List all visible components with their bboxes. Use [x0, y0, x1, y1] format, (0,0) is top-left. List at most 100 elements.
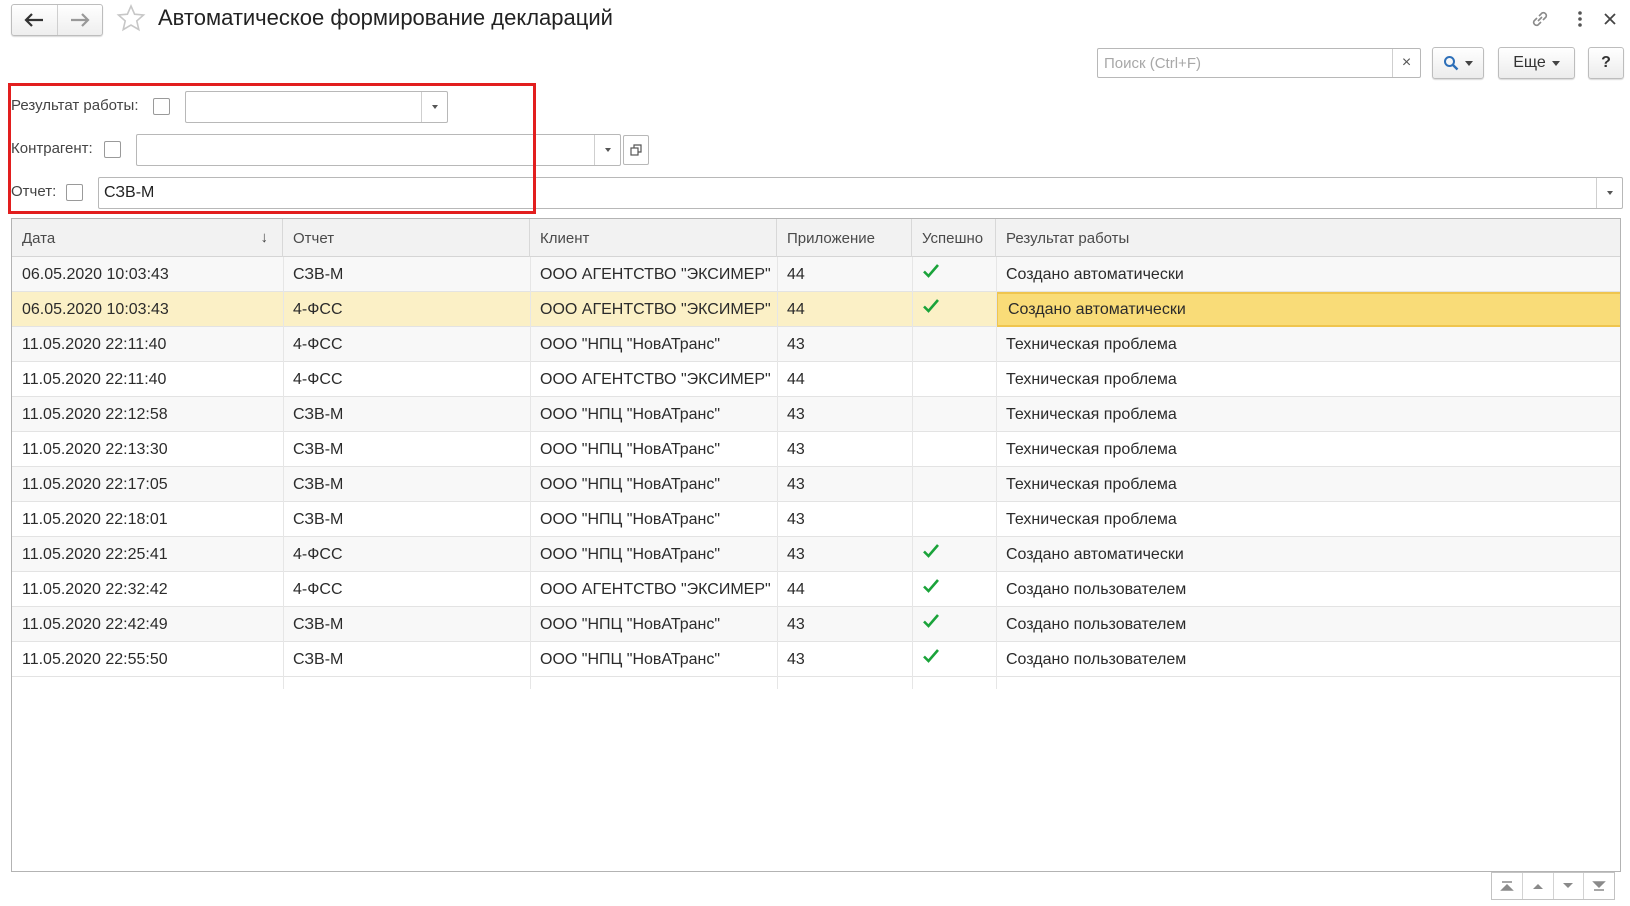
cell-client[interactable]: ООО "НПЦ "НовАТранс": [530, 397, 777, 432]
search-options-button[interactable]: [1432, 47, 1484, 79]
cell-client[interactable]: ООО "НПЦ "НовАТранс": [530, 502, 777, 537]
more-actions-button[interactable]: Еще: [1498, 47, 1575, 79]
table-row[interactable]: 11.05.2020 22:55:50 СЗВ-М ООО "НПЦ "НовАТр…: [12, 642, 1620, 677]
cell-app[interactable]: 44: [777, 572, 912, 607]
close-button[interactable]: [1598, 6, 1622, 32]
cell-client[interactable]: ООО АГЕНТСТВО "ЭКСИМЕР": [530, 292, 777, 327]
cell-app[interactable]: 43: [777, 607, 912, 642]
cell-success[interactable]: [912, 362, 996, 397]
cell-client[interactable]: ООО "НПЦ "НовАТранс": [530, 642, 777, 677]
cell-result[interactable]: Техническая проблема: [996, 502, 1620, 537]
cell-date[interactable]: 11.05.2020 22:12:58: [12, 397, 283, 432]
table-row[interactable]: 06.05.2020 10:03:43 4-ФСС ООО АГЕНТСТВО "Э…: [12, 292, 1620, 327]
cell-success[interactable]: [912, 642, 996, 677]
cell-success[interactable]: [912, 607, 996, 642]
cell-client[interactable]: ООО АГЕНТСТВО "ЭКСИМЕР": [530, 572, 777, 607]
cell-report[interactable]: СЗВ-М: [283, 432, 530, 467]
cell-success[interactable]: [912, 502, 996, 537]
cell-app[interactable]: 43: [777, 467, 912, 502]
cell-success[interactable]: [912, 292, 996, 327]
table-row[interactable]: 11.05.2020 22:18:01 СЗВ-М ООО "НПЦ "НовАТр…: [12, 502, 1620, 537]
cell-report[interactable]: СЗВ-М: [283, 257, 530, 292]
cell-report[interactable]: СЗВ-М: [283, 467, 530, 502]
table-row[interactable]: 11.05.2020 22:32:42 4-ФСС ООО АГЕНТСТВО "Э…: [12, 572, 1620, 607]
column-header-date[interactable]: Дата ↓: [12, 219, 283, 257]
cell-result[interactable]: Техническая проблема: [996, 432, 1620, 467]
cell-date[interactable]: 11.05.2020 22:11:40: [12, 362, 283, 397]
help-button[interactable]: ?: [1588, 47, 1624, 79]
cell-date[interactable]: 11.05.2020 22:18:01: [12, 502, 283, 537]
search-clear-button[interactable]: ×: [1392, 49, 1420, 77]
cell-success[interactable]: [912, 467, 996, 502]
cell-result[interactable]: Создано автоматически: [996, 537, 1620, 572]
forward-button[interactable]: [56, 5, 103, 35]
go-first-button[interactable]: [1492, 873, 1522, 899]
go-down-button[interactable]: [1552, 873, 1584, 899]
cell-success[interactable]: [912, 327, 996, 362]
go-up-button[interactable]: [1521, 873, 1553, 899]
counterparty-open-button[interactable]: [623, 135, 649, 165]
cell-app[interactable]: 44: [777, 257, 912, 292]
cell-date[interactable]: 11.05.2020 22:11:40: [12, 327, 283, 362]
table-row[interactable]: 11.05.2020 22:13:30 СЗВ-М ООО "НПЦ "НовАТр…: [12, 432, 1620, 467]
cell-client[interactable]: ООО АГЕНТСТВО "ЭКСИМЕР": [530, 257, 777, 292]
cell-success[interactable]: [912, 537, 996, 572]
table-row[interactable]: 11.05.2020 22:25:41 4-ФСС ООО "НПЦ "НовАТр…: [12, 537, 1620, 572]
cell-report[interactable]: 4-ФСС: [283, 327, 530, 362]
table-row[interactable]: 11.05.2020 22:11:40 4-ФСС ООО АГЕНТСТВО "Э…: [12, 362, 1620, 397]
cell-result[interactable]: Создано пользователем: [996, 607, 1620, 642]
cell-app[interactable]: 43: [777, 537, 912, 572]
cell-date[interactable]: 11.05.2020 22:13:30: [12, 432, 283, 467]
cell-app[interactable]: 43: [777, 327, 912, 362]
back-button[interactable]: [12, 5, 57, 35]
go-last-button[interactable]: [1583, 873, 1614, 899]
cell-client[interactable]: ООО "НПЦ "НовАТранс": [530, 607, 777, 642]
table-row[interactable]: 06.05.2020 10:03:43 СЗВ-М ООО АГЕНТСТВО "Э…: [12, 257, 1620, 292]
cell-result[interactable]: Создано пользователем: [996, 572, 1620, 607]
favorite-button[interactable]: [116, 4, 146, 34]
report-filter-dropdown-button[interactable]: [1596, 178, 1622, 208]
cell-result[interactable]: Создано автоматически: [996, 257, 1620, 292]
cell-report[interactable]: СЗВ-М: [283, 502, 530, 537]
cell-date[interactable]: 11.05.2020 22:32:42: [12, 572, 283, 607]
table-row[interactable]: 11.05.2020 22:42:49 СЗВ-М ООО "НПЦ "НовАТр…: [12, 607, 1620, 642]
cell-date[interactable]: 11.05.2020 22:55:50: [12, 642, 283, 677]
cell-report[interactable]: 4-ФСС: [283, 572, 530, 607]
column-header-result[interactable]: Результат работы: [996, 219, 1620, 257]
cell-result[interactable]: Создано автоматически: [996, 292, 1620, 327]
cell-success[interactable]: [912, 432, 996, 467]
cell-app[interactable]: 43: [777, 502, 912, 537]
cell-app[interactable]: 44: [777, 292, 912, 327]
cell-app[interactable]: 43: [777, 432, 912, 467]
table-row[interactable]: 11.05.2020 22:12:58 СЗВ-М ООО "НПЦ "НовАТр…: [12, 397, 1620, 432]
cell-report[interactable]: 4-ФСС: [283, 292, 530, 327]
cell-report[interactable]: 4-ФСС: [283, 537, 530, 572]
cell-app[interactable]: 43: [777, 642, 912, 677]
cell-success[interactable]: [912, 257, 996, 292]
cell-result[interactable]: Техническая проблема: [996, 327, 1620, 362]
cell-client[interactable]: ООО "НПЦ "НовАТранс": [530, 327, 777, 362]
cell-client[interactable]: ООО АГЕНТСТВО "ЭКСИМЕР": [530, 362, 777, 397]
cell-date[interactable]: 06.05.2020 10:03:43: [12, 292, 283, 327]
cell-report[interactable]: 4-ФСС: [283, 362, 530, 397]
cell-date[interactable]: 11.05.2020 22:17:05: [12, 467, 283, 502]
cell-result[interactable]: Техническая проблема: [996, 467, 1620, 502]
cell-report[interactable]: СЗВ-М: [283, 397, 530, 432]
cell-date[interactable]: 11.05.2020 22:42:49: [12, 607, 283, 642]
column-header-client[interactable]: Клиент: [530, 219, 777, 257]
search-field[interactable]: ×: [1097, 48, 1421, 78]
cell-result[interactable]: Создано пользователем: [996, 642, 1620, 677]
cell-success[interactable]: [912, 397, 996, 432]
declarations-table[interactable]: Дата ↓ Отчет Клиент Приложение Успешно Р…: [11, 218, 1621, 872]
cell-report[interactable]: СЗВ-М: [283, 642, 530, 677]
cell-date[interactable]: 11.05.2020 22:25:41: [12, 537, 283, 572]
cell-client[interactable]: ООО "НПЦ "НовАТранс": [530, 432, 777, 467]
counterparty-filter-dropdown-button[interactable]: [594, 135, 620, 165]
cell-date[interactable]: 06.05.2020 10:03:43: [12, 257, 283, 292]
table-row[interactable]: 11.05.2020 22:17:05 СЗВ-М ООО "НПЦ "НовАТр…: [12, 467, 1620, 502]
search-input[interactable]: [1098, 49, 1392, 77]
cell-report[interactable]: СЗВ-М: [283, 607, 530, 642]
cell-client[interactable]: ООО "НПЦ "НовАТранс": [530, 537, 777, 572]
cell-app[interactable]: 44: [777, 362, 912, 397]
cell-result[interactable]: Техническая проблема: [996, 397, 1620, 432]
